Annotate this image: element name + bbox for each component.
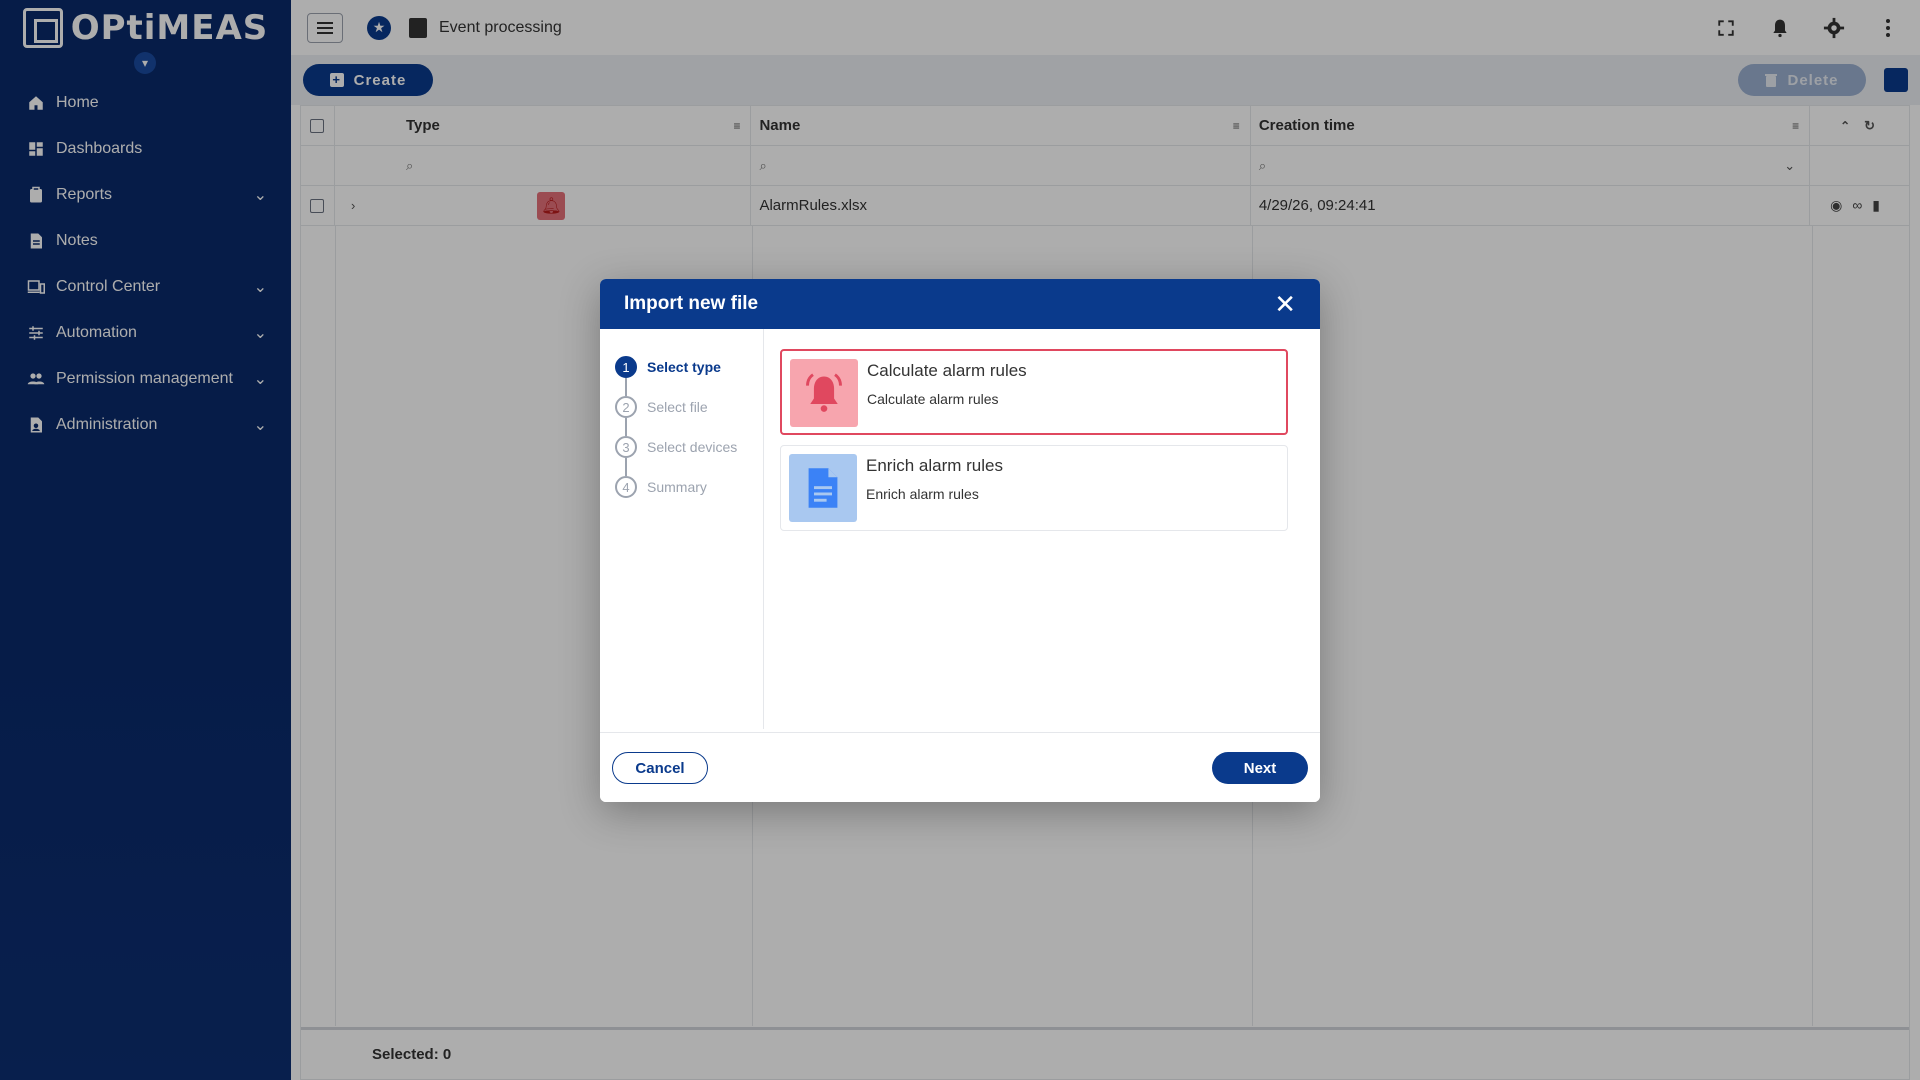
- option-title: Calculate alarm rules: [867, 361, 1027, 380]
- dialog-title: Import new file: [624, 293, 759, 314]
- option-title: Enrich alarm rules: [866, 456, 1003, 475]
- option-text: Enrich alarm rules Enrich alarm rules: [866, 454, 1003, 522]
- import-file-dialog: Import new file ✕ 1 Select type 2 Select…: [600, 279, 1320, 802]
- step-summary[interactable]: 4 Summary: [615, 467, 763, 507]
- step-number: 4: [615, 476, 637, 498]
- wizard-stepper: 1 Select type 2 Select file 3 Select dev…: [600, 329, 764, 729]
- step-label: Select devices: [647, 439, 738, 455]
- option-subtitle: Calculate alarm rules: [867, 391, 999, 407]
- dialog-body: 1 Select type 2 Select file 3 Select dev…: [600, 329, 1320, 729]
- option-subtitle: Enrich alarm rules: [866, 486, 979, 502]
- step-label: Select type: [647, 359, 721, 375]
- option-text: Calculate alarm rules Calculate alarm ru…: [867, 359, 1027, 425]
- step-number: 3: [615, 436, 637, 458]
- next-button[interactable]: Next: [1212, 752, 1308, 784]
- step-label: Summary: [647, 479, 707, 495]
- step-label: Select file: [647, 399, 708, 415]
- option-calculate-alarm-rules[interactable]: Calculate alarm rules Calculate alarm ru…: [780, 349, 1288, 435]
- dialog-footer: Cancel Next: [600, 732, 1320, 802]
- cancel-button[interactable]: Cancel: [612, 752, 708, 784]
- step-number: 2: [615, 396, 637, 418]
- document-icon: [789, 454, 857, 522]
- dialog-header: Import new file ✕: [600, 279, 1320, 329]
- step-select-devices[interactable]: 3 Select devices: [615, 427, 763, 476]
- close-icon[interactable]: ✕: [1274, 289, 1296, 320]
- step-select-type[interactable]: 1 Select type: [615, 347, 763, 396]
- type-options: Calculate alarm rules Calculate alarm ru…: [764, 329, 1320, 729]
- option-enrich-alarm-rules[interactable]: Enrich alarm rules Enrich alarm rules: [780, 445, 1288, 531]
- step-number: 1: [615, 356, 637, 378]
- bell-icon: [790, 359, 858, 427]
- step-select-file[interactable]: 2 Select file: [615, 387, 763, 436]
